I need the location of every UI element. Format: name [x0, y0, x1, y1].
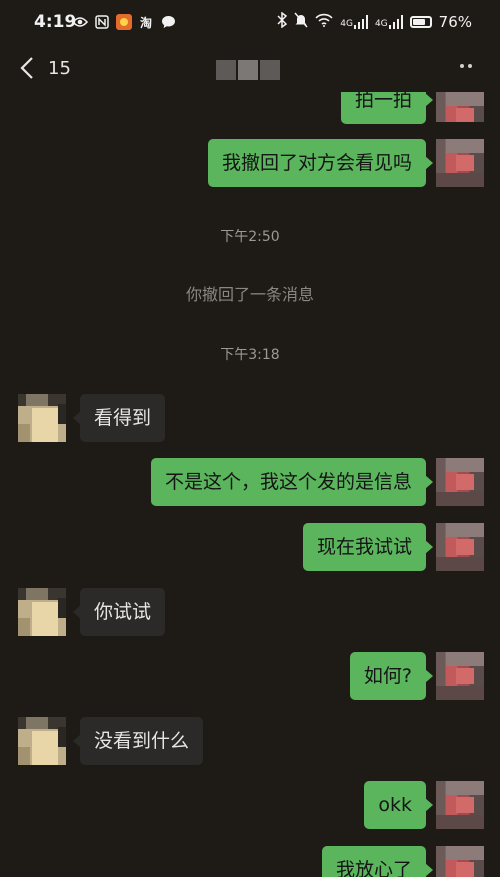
contact-avatar[interactable]: [18, 717, 66, 765]
message-bubble[interactable]: okk: [364, 781, 433, 829]
contact-avatar[interactable]: [18, 394, 66, 442]
nfc-icon: [94, 14, 110, 30]
message-bubble[interactable]: 不是这个，我这个发的是信息: [150, 458, 434, 506]
message-bubble[interactable]: 拍一拍: [340, 92, 434, 124]
bluetooth-icon: [277, 11, 288, 32]
battery-icon: [409, 16, 432, 28]
signal-icon: 4G: [340, 15, 368, 29]
taobao-icon: 淘: [139, 15, 152, 30]
more-options-button[interactable]: [460, 64, 472, 68]
status-time: 4:19: [34, 12, 77, 32]
system-status-icons: 4G 4G 76%: [277, 11, 472, 32]
network-type-label: 4G: [340, 19, 353, 29]
chat-message-list[interactable]: 拍一拍 我撤回了对方会看见吗 下午2:50 你撤回了一条消息 下午3:18 看得…: [0, 92, 500, 877]
timestamp: 下午3:18: [220, 347, 280, 363]
my-avatar[interactable]: [436, 846, 484, 877]
status-bar: 4:19 淘 4G 4G 76%: [0, 0, 500, 46]
my-avatar[interactable]: [436, 781, 484, 829]
message-bubble[interactable]: 如何?: [349, 652, 434, 700]
wifi-icon: [315, 13, 333, 31]
system-notice: 你撤回了一条消息: [185, 285, 314, 304]
chat-header: 15: [0, 46, 500, 92]
my-avatar[interactable]: [436, 523, 484, 571]
message-bubble[interactable]: 我放心了: [321, 846, 434, 877]
network-type-label: 4G: [374, 19, 388, 29]
eye-icon: [72, 14, 88, 30]
contact-avatar[interactable]: [18, 588, 66, 636]
battery-percent: 76%: [438, 13, 472, 31]
message-bubble[interactable]: 你试试: [72, 588, 166, 636]
chat-bubble-icon: [160, 14, 176, 30]
timestamp: 下午2:50: [220, 229, 280, 245]
app-badge-icon: [116, 14, 132, 30]
unread-count[interactable]: 15: [48, 58, 71, 79]
back-button[interactable]: [18, 56, 48, 84]
chat-title-pixelated: [216, 60, 280, 80]
message-bubble[interactable]: 看得到: [72, 394, 166, 442]
my-avatar[interactable]: [436, 139, 484, 187]
my-avatar[interactable]: [436, 458, 484, 506]
signal-icon: 4G: [375, 15, 403, 29]
mute-icon: [294, 12, 308, 32]
my-avatar[interactable]: [436, 92, 484, 122]
message-bubble[interactable]: 现在我试试: [302, 523, 434, 571]
message-bubble[interactable]: 没看到什么: [72, 717, 204, 765]
chevron-left-icon: [20, 57, 33, 79]
my-avatar[interactable]: [436, 652, 484, 700]
message-bubble[interactable]: 我撤回了对方会看见吗: [207, 139, 434, 187]
notification-icons: 淘: [72, 14, 176, 30]
